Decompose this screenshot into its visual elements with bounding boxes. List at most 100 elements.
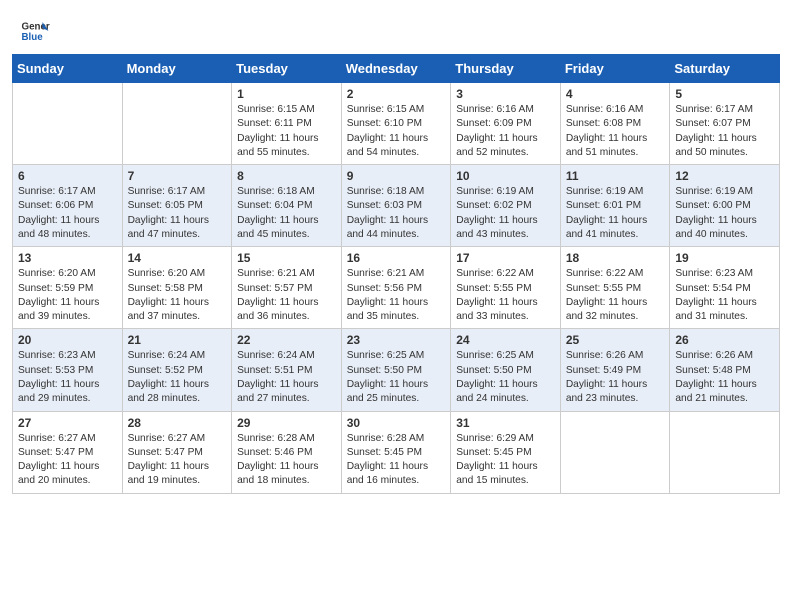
- day-info: Sunrise: 6:20 AMSunset: 5:59 PMDaylight:…: [18, 267, 117, 324]
- calendar-cell: 12Sunrise: 6:19 AMSunset: 6:00 PMDayligh…: [670, 165, 780, 247]
- day-info: Sunrise: 6:26 AMSunset: 5:49 PMDaylight:…: [566, 349, 665, 406]
- calendar-cell: 7 Sunrise: 6:17 AMSunset: 6:05 PMDaylight…: [122, 165, 232, 247]
- calendar-cell: 1 Sunrise: 6:15 AMSunset: 6:11 PMDaylight…: [232, 83, 342, 165]
- day-number: 18: [566, 251, 665, 265]
- day-number: 15: [237, 251, 336, 265]
- calendar-cell: 28 Sunrise: 6:27 AMSunset: 5:47 PMDayligh…: [122, 411, 232, 493]
- day-number: 14: [128, 251, 227, 265]
- calendar-cell: 26 Sunrise: 6:26 AMSunset: 5:48 PMDayligh…: [670, 329, 780, 411]
- calendar-cell: 18Sunrise: 6:22 AMSunset: 5:55 PMDayligh…: [560, 247, 670, 329]
- day-info: Sunrise: 6:24 AMSunset: 5:52 PMDaylight:…: [128, 349, 227, 406]
- day-info: Sunrise: 6:26 AMSunset: 5:48 PMDaylight:…: [675, 349, 774, 406]
- calendar-cell: 23Sunrise: 6:25 AMSunset: 5:50 PMDayligh…: [341, 329, 451, 411]
- calendar-cell: 25 Sunrise: 6:26 AMSunset: 5:49 PMDayligh…: [560, 329, 670, 411]
- day-number: 1: [237, 87, 336, 101]
- day-number: 28: [128, 416, 227, 430]
- calendar-cell: 16Sunrise: 6:21 AMSunset: 5:56 PMDayligh…: [341, 247, 451, 329]
- day-number: 24: [456, 333, 555, 347]
- header-row: SundayMondayTuesdayWednesdayThursdayFrid…: [13, 55, 780, 83]
- svg-text:Blue: Blue: [22, 32, 44, 43]
- page-header: General Blue: [0, 0, 792, 54]
- logo-icon: General Blue: [20, 16, 50, 46]
- day-number: 29: [237, 416, 336, 430]
- day-number: 26: [675, 333, 774, 347]
- calendar-cell: 21 Sunrise: 6:24 AMSunset: 5:52 PMDayligh…: [122, 329, 232, 411]
- weekday-header: Sunday: [13, 55, 123, 83]
- day-info: Sunrise: 6:17 AMSunset: 6:06 PMDaylight:…: [18, 185, 117, 242]
- day-number: 20: [18, 333, 117, 347]
- calendar-week-row: 13 Sunrise: 6:20 AMSunset: 5:59 PMDayligh…: [13, 247, 780, 329]
- calendar-cell: 30 Sunrise: 6:28 AMSunset: 5:45 PMDayligh…: [341, 411, 451, 493]
- calendar-cell: 5Sunrise: 6:17 AMSunset: 6:07 PMDaylight…: [670, 83, 780, 165]
- calendar-cell: 31Sunrise: 6:29 AMSunset: 5:45 PMDayligh…: [451, 411, 561, 493]
- calendar-cell: 10 Sunrise: 6:19 AMSunset: 6:02 PMDayligh…: [451, 165, 561, 247]
- calendar-cell: [13, 83, 123, 165]
- weekday-header: Tuesday: [232, 55, 342, 83]
- day-number: 25: [566, 333, 665, 347]
- day-number: 17: [456, 251, 555, 265]
- day-number: 7: [128, 169, 227, 183]
- day-number: 12: [675, 169, 774, 183]
- day-number: 5: [675, 87, 774, 101]
- day-info: Sunrise: 6:24 AMSunset: 5:51 PMDaylight:…: [237, 349, 336, 406]
- calendar-cell: [670, 411, 780, 493]
- day-info: Sunrise: 6:15 AMSunset: 6:11 PMDaylight:…: [237, 103, 336, 160]
- day-number: 4: [566, 87, 665, 101]
- calendar-cell: 2 Sunrise: 6:15 AMSunset: 6:10 PMDaylight…: [341, 83, 451, 165]
- day-info: Sunrise: 6:22 AMSunset: 5:55 PMDaylight:…: [456, 267, 555, 324]
- day-number: 13: [18, 251, 117, 265]
- day-number: 2: [347, 87, 446, 101]
- day-info: Sunrise: 6:17 AMSunset: 6:05 PMDaylight:…: [128, 185, 227, 242]
- day-info: Sunrise: 6:19 AMSunset: 6:01 PMDaylight:…: [566, 185, 665, 242]
- day-info: Sunrise: 6:28 AMSunset: 5:45 PMDaylight:…: [347, 432, 446, 489]
- day-number: 19: [675, 251, 774, 265]
- calendar-cell: 8 Sunrise: 6:18 AMSunset: 6:04 PMDaylight…: [232, 165, 342, 247]
- day-number: 21: [128, 333, 227, 347]
- day-info: Sunrise: 6:21 AMSunset: 5:56 PMDaylight:…: [347, 267, 446, 324]
- day-number: 22: [237, 333, 336, 347]
- weekday-header: Monday: [122, 55, 232, 83]
- day-info: Sunrise: 6:23 AMSunset: 5:53 PMDaylight:…: [18, 349, 117, 406]
- weekday-header: Thursday: [451, 55, 561, 83]
- calendar-cell: [560, 411, 670, 493]
- calendar-cell: 6 Sunrise: 6:17 AMSunset: 6:06 PMDaylight…: [13, 165, 123, 247]
- day-number: 8: [237, 169, 336, 183]
- calendar-cell: [122, 83, 232, 165]
- day-info: Sunrise: 6:27 AMSunset: 5:47 PMDaylight:…: [18, 432, 117, 489]
- weekday-header: Wednesday: [341, 55, 451, 83]
- day-number: 9: [347, 169, 446, 183]
- calendar-week-row: 20 Sunrise: 6:23 AMSunset: 5:53 PMDayligh…: [13, 329, 780, 411]
- calendar-week-row: 6 Sunrise: 6:17 AMSunset: 6:06 PMDaylight…: [13, 165, 780, 247]
- day-number: 6: [18, 169, 117, 183]
- day-info: Sunrise: 6:18 AMSunset: 6:03 PMDaylight:…: [347, 185, 446, 242]
- day-number: 10: [456, 169, 555, 183]
- calendar-cell: 9 Sunrise: 6:18 AMSunset: 6:03 PMDaylight…: [341, 165, 451, 247]
- calendar-cell: 13 Sunrise: 6:20 AMSunset: 5:59 PMDayligh…: [13, 247, 123, 329]
- day-number: 27: [18, 416, 117, 430]
- calendar-cell: 19 Sunrise: 6:23 AMSunset: 5:54 PMDayligh…: [670, 247, 780, 329]
- day-info: Sunrise: 6:27 AMSunset: 5:47 PMDaylight:…: [128, 432, 227, 489]
- calendar-cell: 4Sunrise: 6:16 AMSunset: 6:08 PMDaylight…: [560, 83, 670, 165]
- calendar-week-row: 27 Sunrise: 6:27 AMSunset: 5:47 PMDayligh…: [13, 411, 780, 493]
- day-number: 31: [456, 416, 555, 430]
- calendar-cell: 20 Sunrise: 6:23 AMSunset: 5:53 PMDayligh…: [13, 329, 123, 411]
- day-info: Sunrise: 6:23 AMSunset: 5:54 PMDaylight:…: [675, 267, 774, 324]
- day-info: Sunrise: 6:28 AMSunset: 5:46 PMDaylight:…: [237, 432, 336, 489]
- day-info: Sunrise: 6:20 AMSunset: 5:58 PMDaylight:…: [128, 267, 227, 324]
- calendar-cell: 24Sunrise: 6:25 AMSunset: 5:50 PMDayligh…: [451, 329, 561, 411]
- day-info: Sunrise: 6:18 AMSunset: 6:04 PMDaylight:…: [237, 185, 336, 242]
- calendar-week-row: 1 Sunrise: 6:15 AMSunset: 6:11 PMDaylight…: [13, 83, 780, 165]
- calendar-cell: 15Sunrise: 6:21 AMSunset: 5:57 PMDayligh…: [232, 247, 342, 329]
- day-number: 30: [347, 416, 446, 430]
- day-info: Sunrise: 6:19 AMSunset: 6:02 PMDaylight:…: [456, 185, 555, 242]
- day-info: Sunrise: 6:16 AMSunset: 6:09 PMDaylight:…: [456, 103, 555, 160]
- logo: General Blue: [20, 16, 50, 46]
- day-info: Sunrise: 6:25 AMSunset: 5:50 PMDaylight:…: [347, 349, 446, 406]
- weekday-header: Saturday: [670, 55, 780, 83]
- calendar-cell: 27 Sunrise: 6:27 AMSunset: 5:47 PMDayligh…: [13, 411, 123, 493]
- calendar-cell: 17 Sunrise: 6:22 AMSunset: 5:55 PMDayligh…: [451, 247, 561, 329]
- day-info: Sunrise: 6:15 AMSunset: 6:10 PMDaylight:…: [347, 103, 446, 160]
- day-number: 3: [456, 87, 555, 101]
- calendar-cell: 29 Sunrise: 6:28 AMSunset: 5:46 PMDayligh…: [232, 411, 342, 493]
- calendar-table: SundayMondayTuesdayWednesdayThursdayFrid…: [12, 54, 780, 494]
